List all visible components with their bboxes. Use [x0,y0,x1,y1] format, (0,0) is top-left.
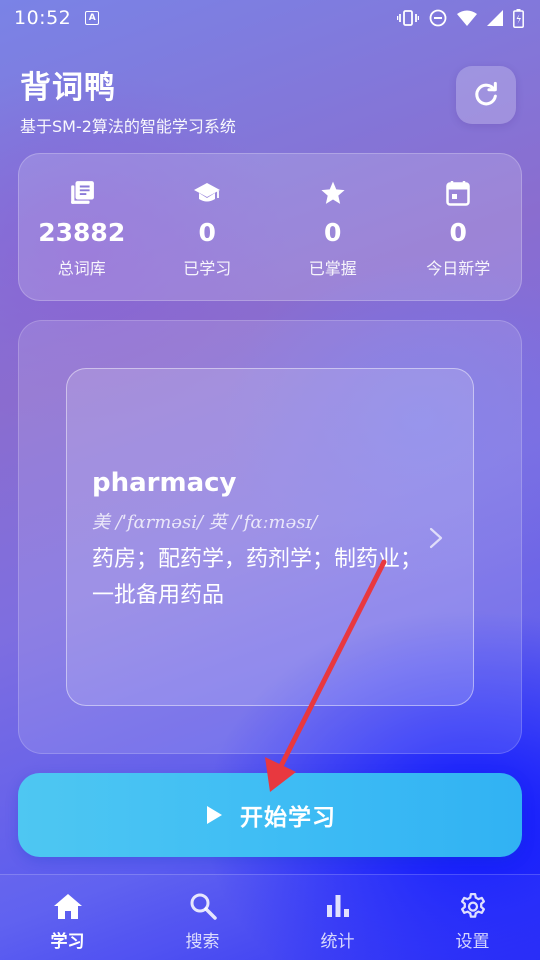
graduation-cap-icon [193,179,221,207]
stat-today-new: 0 今日新学 [396,154,522,300]
word-meaning: 药房；配药学，药剂学；制药业；一批备用药品 [92,547,423,608]
nav-label: 统计 [320,932,355,952]
bar-chart-icon [325,891,351,921]
nav-label: 学习 [50,932,85,952]
chevron-right-icon[interactable] [426,526,446,554]
nav-item-learn[interactable]: 学习 [0,875,135,960]
calendar-icon [446,179,470,207]
play-icon [207,806,222,824]
status-bar: 10:52 A [0,0,540,36]
app-title: 背词鸭 [20,70,116,106]
word-text: pharmacy [92,468,237,498]
start-learning-button[interactable]: 开始学习 [18,773,522,857]
stats-panel: 23882 总词库 0 已学习 0 已掌握 0 今日新学 [18,153,522,301]
home-icon [53,891,83,921]
wifi-icon [457,10,477,26]
battery-icon [513,8,524,28]
nav-item-stats[interactable]: 统计 [270,875,405,960]
notification-icon: A [85,11,100,25]
stat-mastered: 0 已掌握 [270,154,396,300]
stat-value: 23882 [38,218,126,247]
word-card[interactable] [66,368,474,706]
stat-value: 0 [449,218,467,247]
stat-value: 0 [324,218,342,247]
stat-value: 0 [198,218,216,247]
stat-label: 今日新学 [426,259,491,278]
refresh-button[interactable] [456,66,516,124]
start-learning-label: 开始学习 [240,805,336,831]
status-time: 10:52 [14,7,72,29]
do-not-disturb-icon [429,9,447,27]
stat-total-words: 23882 总词库 [19,154,145,300]
word-phonetic: 美 /ˈfɑrməsi/ 英 /ˈfɑːməsɪ/ [92,512,318,533]
nav-item-search[interactable]: 搜索 [135,875,270,960]
refresh-icon [475,81,497,106]
nav-item-settings[interactable]: 设置 [405,875,540,960]
gear-icon [458,891,488,921]
book-icon [69,179,95,207]
nav-label: 搜索 [185,932,220,952]
stat-label: 总词库 [57,259,106,278]
stat-label: 已掌握 [308,259,357,278]
search-icon [189,891,217,921]
vibrate-icon [397,10,419,26]
star-icon [320,179,346,207]
app-subtitle: 基于SM-2算法的智能学习系统 [20,117,236,136]
stat-label: 已学习 [183,259,232,278]
status-icons [397,8,524,28]
stat-learned: 0 已学习 [145,154,271,300]
bottom-nav: 学习 搜索 统计 设置 [0,874,540,960]
signal-icon [487,10,503,26]
nav-label: 设置 [455,932,490,952]
